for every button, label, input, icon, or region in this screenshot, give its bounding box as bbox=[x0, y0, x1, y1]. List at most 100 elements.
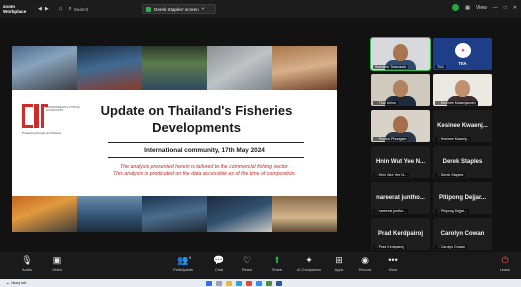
chat-button[interactable]: 💬 Chat bbox=[206, 255, 232, 272]
tiia-logo-icon: ✦ bbox=[453, 41, 473, 60]
participant-face bbox=[393, 116, 408, 133]
participant-face bbox=[393, 44, 408, 61]
record-label: Record bbox=[358, 268, 372, 272]
participant-label-text: Pontun Phongam bbox=[378, 137, 407, 141]
participant-label-text: nareerat juntho... bbox=[378, 209, 406, 213]
more-label: More bbox=[388, 268, 398, 272]
participant-label: TIIA bbox=[435, 65, 446, 69]
screen-share-label: Derek Staples' screen bbox=[154, 6, 199, 12]
forward-icon[interactable]: ▶ bbox=[45, 6, 49, 12]
ejf-mark bbox=[22, 104, 48, 128]
search-input[interactable]: Search bbox=[74, 7, 89, 12]
participant-label: 🎙̸ Pitipong Dejjar... bbox=[435, 209, 469, 213]
leave-label: Leave bbox=[499, 268, 511, 272]
participant-tile[interactable]: Derek Staples 🎙̸ Derek Staples bbox=[433, 146, 492, 178]
video-label: Video bbox=[52, 268, 62, 272]
record-icon: ◉ bbox=[361, 255, 369, 265]
screen-share-tab[interactable]: Derek Staples' screen ▾ bbox=[142, 4, 216, 14]
edge-icon[interactable] bbox=[236, 280, 243, 286]
muted-mic-icon: 🎙̸ bbox=[437, 209, 440, 213]
participants-button[interactable]: 👥 Participants bbox=[170, 255, 196, 272]
zoom-icon[interactable] bbox=[256, 280, 263, 286]
share-label: Share bbox=[271, 268, 283, 272]
participant-label-text: Prad Kerdpairoj bbox=[378, 245, 404, 249]
apps-icon: ⊞ bbox=[335, 255, 343, 265]
microphone-icon: 🎙 bbox=[21, 255, 33, 265]
audio-label: Audio bbox=[22, 268, 32, 272]
participant-tile[interactable]: Kesinee Kwaenj... 🎙̸ Kesinee Kwaenj... bbox=[433, 110, 492, 142]
participant-tile[interactable]: 🎙̸ Pontun Phongam bbox=[371, 110, 430, 142]
participant-label: 🎙̸ nareerat juntho... bbox=[373, 209, 408, 213]
participant-name: Hnin Wut Yee N... bbox=[375, 159, 426, 165]
participant-tile[interactable]: ✦ TIIA TIIA bbox=[433, 38, 492, 70]
grid-icon[interactable]: ▦ bbox=[465, 5, 470, 11]
participant-name: Carolyn Cowan bbox=[440, 231, 485, 237]
photo-market bbox=[272, 196, 337, 232]
participant-label: 🎙̸ Pontun Phongam bbox=[373, 137, 409, 141]
view-button[interactable]: View bbox=[476, 5, 487, 11]
participant-tile[interactable]: Sumalee Thamasiri bbox=[370, 37, 431, 71]
photo-trawler bbox=[142, 196, 207, 232]
participant-label-text: Sumalee Thamasiri bbox=[375, 65, 406, 69]
leave-icon: ⏻ bbox=[501, 255, 509, 265]
word-icon[interactable] bbox=[276, 280, 283, 286]
participant-tile[interactable]: Carolyn Cowan 🎙̸ Carolyn Cowan bbox=[433, 218, 492, 250]
more-button[interactable]: ••• More bbox=[380, 255, 406, 272]
chat-label: Chat bbox=[214, 268, 224, 272]
minimize-button[interactable]: — bbox=[493, 5, 498, 11]
react-label: React bbox=[242, 268, 252, 272]
window-controls: ▦ View — □ ✕ bbox=[452, 4, 517, 11]
search-icon[interactable]: ⌕ bbox=[68, 6, 71, 13]
participants-label: Participants bbox=[173, 268, 193, 272]
logo-line2: Workplace bbox=[3, 9, 27, 14]
participant-label-text: Hnin Wut Yee N... bbox=[378, 173, 408, 177]
participant-label-text: Derek Staples bbox=[440, 173, 464, 177]
participant-label-text: Pitipong Dejjar... bbox=[440, 209, 467, 213]
photo-pier bbox=[77, 196, 142, 232]
participant-tile[interactable]: nareerat juntho... 🎙̸ nareerat juntho... bbox=[371, 182, 430, 214]
disclaimer-line-1: The analysis presented herein is tailore… bbox=[120, 164, 289, 170]
folder-icon[interactable] bbox=[226, 280, 233, 286]
slide-title: Update on Thailand's Fisheries Developme… bbox=[100, 103, 293, 135]
share-button[interactable]: ⬆ Share bbox=[264, 255, 290, 272]
divider bbox=[108, 142, 304, 143]
shield-icon[interactable] bbox=[452, 4, 460, 11]
start-icon[interactable] bbox=[206, 280, 213, 286]
leave-button[interactable]: ⏻ Leave bbox=[492, 255, 518, 272]
record-button[interactable]: ◉ Record bbox=[352, 255, 378, 272]
photo-harbor bbox=[12, 46, 77, 90]
maximize-button[interactable]: □ bbox=[504, 5, 507, 11]
home-icon[interactable]: ⌂ bbox=[59, 6, 63, 12]
ai-companion-label: AI Companion bbox=[296, 268, 322, 272]
participant-tile[interactable]: Prad Kerdpairoj 🎙̸ Prad Kerdpairoj bbox=[371, 218, 430, 250]
participant-tile[interactable]: Hnin Wut Yee N... 🎙̸ Hnin Wut Yee N... bbox=[371, 146, 430, 178]
participant-tile[interactable]: Pitipong Dejjar... 🎙̸ Pitipong Dejjar... bbox=[433, 182, 492, 214]
audio-button[interactable]: 🎙 Audio bbox=[14, 255, 40, 272]
chrome-icon[interactable] bbox=[246, 280, 253, 286]
people-icon: 👥 bbox=[177, 255, 189, 265]
excel-icon[interactable] bbox=[266, 280, 273, 286]
participants-gallery: Sumalee Thamasiri ✦ TIIA TIIA 🎙̸ Thai Union 🎙̸… bbox=[370, 37, 493, 250]
photo-strip-top bbox=[12, 46, 337, 90]
react-button[interactable]: ♡ React bbox=[234, 255, 260, 272]
participant-label: 🎙̸ Derek Staples bbox=[435, 173, 466, 177]
heart-icon: ♡ bbox=[242, 255, 252, 265]
participant-tile[interactable]: 🎙̸ Kesinee Kwaenjaroen bbox=[433, 74, 492, 106]
more-icon: ••• bbox=[388, 255, 398, 265]
zoom-logo: zoom Workplace bbox=[0, 4, 34, 14]
taskbar-apps bbox=[206, 280, 283, 286]
participant-label-text: Carolyn Cowan bbox=[440, 245, 466, 249]
slide-subtitle: International community, 17th May 2024 bbox=[144, 147, 265, 154]
video-button[interactable]: ▣ Video bbox=[44, 255, 70, 272]
close-button[interactable]: ✕ bbox=[513, 5, 517, 11]
apps-button[interactable]: ⊞ Apps bbox=[326, 255, 352, 272]
participant-label: 🎙̸ Kesinee Kwaenj... bbox=[435, 137, 472, 141]
back-icon[interactable]: ◀ bbox=[38, 6, 42, 12]
ai-companion-button[interactable]: ✦ AI Companion bbox=[296, 255, 322, 272]
camera-icon: ▣ bbox=[52, 255, 62, 265]
sparkle-icon: ✦ bbox=[305, 255, 313, 265]
search-icon[interactable] bbox=[216, 280, 223, 286]
participant-tile[interactable]: 🎙̸ Thai Union bbox=[371, 74, 430, 106]
participant-label-text: Kesinee Kwaenj... bbox=[440, 137, 470, 141]
chevron-down-icon: ▾ bbox=[201, 6, 205, 11]
